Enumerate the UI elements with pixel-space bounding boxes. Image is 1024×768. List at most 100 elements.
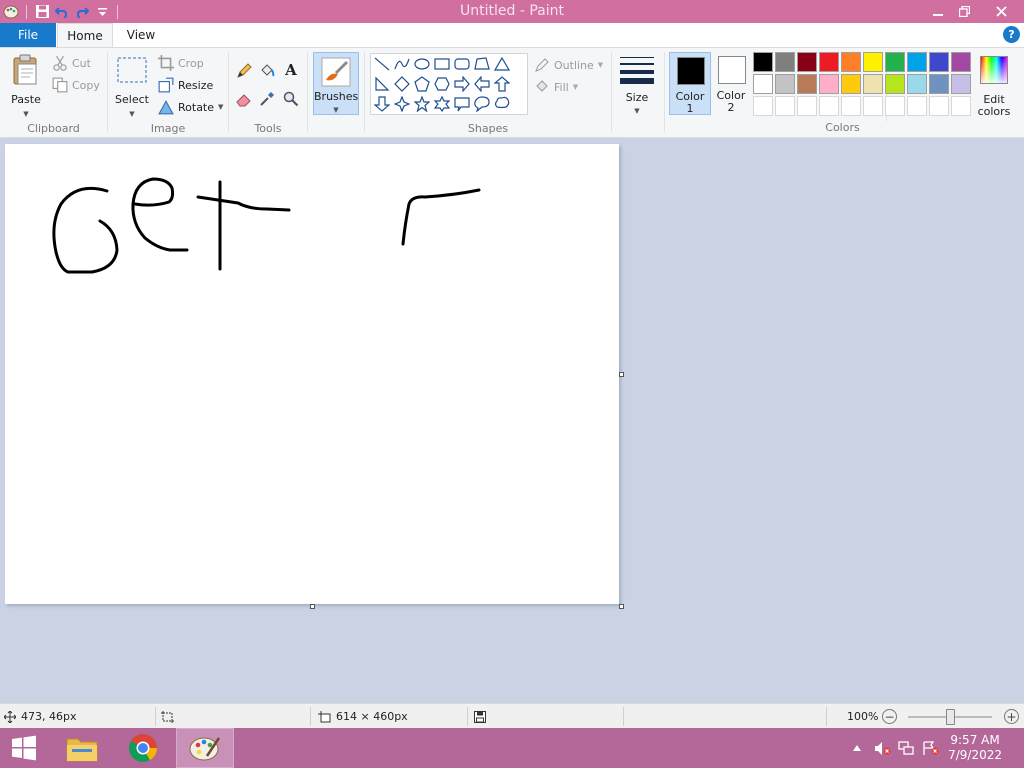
paste-dropdown-icon[interactable]: ▼ — [6, 108, 46, 120]
size-button[interactable]: Size ▼ — [616, 52, 658, 116]
tab-home[interactable]: Home — [57, 23, 113, 47]
tab-view[interactable]: View — [116, 23, 166, 47]
zoom-slider-thumb[interactable] — [946, 709, 955, 725]
hexagon-shape-icon[interactable] — [432, 74, 452, 94]
fill-bucket-icon[interactable] — [259, 63, 275, 79]
pencil-icon[interactable] — [236, 63, 252, 79]
zoom-out-button[interactable]: − — [882, 709, 897, 724]
resize-handle-bottom[interactable] — [310, 604, 315, 609]
brushes-button[interactable]: Brushes ▼ — [313, 52, 359, 115]
volume-button[interactable] — [872, 728, 892, 768]
palette-swatch[interactable] — [951, 52, 971, 72]
custom-color-slot[interactable] — [863, 96, 883, 116]
taskbar-paint[interactable] — [176, 728, 234, 768]
custom-color-slot[interactable] — [753, 96, 773, 116]
palette-swatch[interactable] — [907, 52, 927, 72]
down-arrow-shape-icon[interactable] — [372, 94, 392, 114]
palette-swatch[interactable] — [797, 74, 817, 94]
palette-swatch[interactable] — [775, 52, 795, 72]
right-triangle-shape-icon[interactable] — [372, 74, 392, 94]
color1-button[interactable]: Color 1 — [669, 52, 711, 115]
copy-button[interactable]: Copy — [52, 76, 100, 94]
right-arrow-shape-icon[interactable] — [452, 74, 472, 94]
drawing-canvas[interactable] — [5, 144, 619, 604]
fill-button[interactable]: Fill ▼ — [534, 78, 578, 96]
outline-button[interactable]: Outline ▼ — [534, 56, 603, 74]
palette-swatch[interactable] — [929, 74, 949, 94]
custom-color-slot[interactable] — [797, 96, 817, 116]
palette-swatch[interactable] — [819, 52, 839, 72]
line-shape-icon[interactable] — [372, 54, 392, 74]
action-center-button[interactable] — [920, 728, 940, 768]
palette-swatch[interactable] — [863, 74, 883, 94]
start-button[interactable] — [0, 728, 48, 768]
palette-swatch[interactable] — [753, 52, 773, 72]
palette-swatch[interactable] — [951, 74, 971, 94]
crop-button[interactable]: Crop — [158, 54, 204, 72]
palette-swatch[interactable] — [775, 74, 795, 94]
taskbar-chrome[interactable] — [115, 728, 171, 768]
rectangle-shape-icon[interactable] — [432, 54, 452, 74]
taskbar-file-explorer[interactable] — [54, 728, 110, 768]
custom-color-slot[interactable] — [951, 96, 971, 116]
color-picker-icon[interactable] — [259, 91, 275, 107]
edit-colors-button[interactable]: Edit colors — [974, 52, 1014, 118]
palette-swatch[interactable] — [885, 74, 905, 94]
triangle-shape-icon[interactable] — [492, 54, 512, 74]
curve-shape-icon[interactable] — [392, 54, 412, 74]
five-point-star-shape-icon[interactable] — [412, 94, 432, 114]
palette-swatch[interactable] — [797, 52, 817, 72]
cloud-callout-shape-icon[interactable] — [492, 94, 512, 114]
polygon-shape-icon[interactable] — [472, 54, 492, 74]
palette-swatch[interactable] — [885, 52, 905, 72]
custom-color-slot[interactable] — [841, 96, 861, 116]
help-button[interactable]: ? — [1003, 26, 1020, 43]
palette-swatch[interactable] — [841, 52, 861, 72]
diamond-shape-icon[interactable] — [392, 74, 412, 94]
rect-callout-shape-icon[interactable] — [452, 94, 472, 114]
rotate-button[interactable]: Rotate ▼ — [158, 98, 223, 116]
six-point-star-shape-icon[interactable] — [432, 94, 452, 114]
select-dropdown-icon[interactable]: ▼ — [112, 108, 152, 120]
select-button[interactable]: Select ▼ — [112, 52, 152, 118]
resize-handle-corner[interactable] — [619, 604, 624, 609]
pentagon-shape-icon[interactable] — [412, 74, 432, 94]
oval-shape-icon[interactable] — [412, 54, 432, 74]
outline-dropdown-icon[interactable]: ▼ — [598, 61, 603, 69]
taskbar-clock[interactable]: 9:57 AM 7/9/2022 — [948, 733, 1002, 763]
magnifier-icon[interactable] — [283, 91, 299, 107]
rotate-dropdown-icon[interactable]: ▼ — [218, 103, 223, 111]
minimize-button[interactable] — [924, 0, 952, 23]
show-hidden-icons-button[interactable] — [850, 728, 864, 768]
close-button[interactable] — [986, 0, 1016, 23]
custom-color-slot[interactable] — [819, 96, 839, 116]
cut-button[interactable]: Cut — [52, 54, 91, 72]
network-button[interactable] — [896, 728, 916, 768]
palette-swatch[interactable] — [753, 74, 773, 94]
up-arrow-shape-icon[interactable] — [492, 74, 512, 94]
brushes-dropdown-icon[interactable]: ▼ — [314, 104, 358, 116]
paste-button[interactable]: Paste ▼ — [6, 52, 46, 118]
tab-file[interactable]: File — [0, 23, 56, 47]
restore-button[interactable] — [950, 0, 978, 23]
rounded-rectangle-shape-icon[interactable] — [452, 54, 472, 74]
size-dropdown-icon[interactable]: ▼ — [616, 105, 658, 117]
oval-callout-shape-icon[interactable] — [472, 94, 492, 114]
zoom-in-button[interactable]: + — [1004, 709, 1019, 724]
custom-color-slot[interactable] — [885, 96, 905, 116]
resize-button[interactable]: Resize — [158, 76, 213, 94]
four-point-star-shape-icon[interactable] — [392, 94, 412, 114]
custom-color-slot[interactable] — [775, 96, 795, 116]
palette-swatch[interactable] — [929, 52, 949, 72]
palette-swatch[interactable] — [841, 74, 861, 94]
color2-button[interactable]: Color 2 — [711, 52, 753, 115]
palette-swatch[interactable] — [819, 74, 839, 94]
eraser-icon[interactable] — [236, 91, 252, 107]
palette-swatch[interactable] — [907, 74, 927, 94]
custom-color-slot[interactable] — [907, 96, 927, 116]
fill-dropdown-icon[interactable]: ▼ — [573, 83, 578, 91]
left-arrow-shape-icon[interactable] — [472, 74, 492, 94]
text-tool-icon[interactable]: A — [283, 61, 299, 79]
custom-color-slot[interactable] — [929, 96, 949, 116]
resize-handle-right[interactable] — [619, 372, 624, 377]
